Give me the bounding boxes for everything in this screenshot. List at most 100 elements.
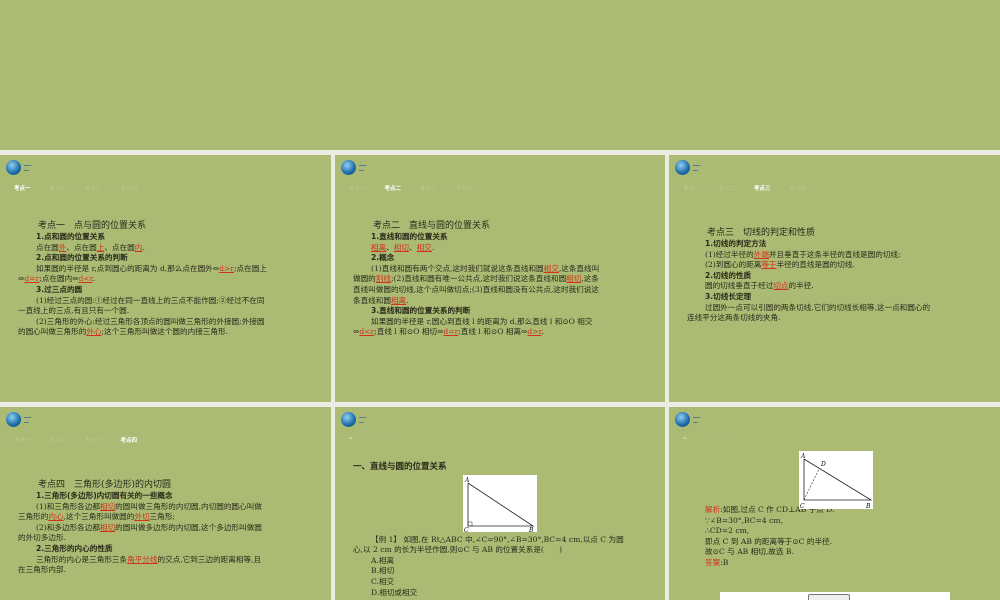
text-segment: 的圆叫做多边形的内切圆,这个多边形叫做圆: [115, 522, 262, 532]
text-line: 即点 C 到 AB 的距离等于⊙C 的半径.: [705, 537, 986, 548]
text-segment: 1.直线和圆的位置关系: [371, 232, 448, 241]
slide-partial-top[interactable]: [0, 0, 1000, 150]
answer-blank: d<r: [78, 274, 93, 284]
slide-content: 考点三 切线的判定和性质 1.切线的判定方法 (1)经过半径的外端并且垂直于这条半径…: [687, 227, 986, 324]
slide-thumbnail-1[interactable]: ━━━ ━━ 考点一 考点二 考点三 考点四 考点一 点与圆的位置关系 1.点和圆的位置关系点…: [0, 155, 331, 402]
globe-logo-icon: [341, 160, 356, 175]
brand-text: ━━━ ━━: [24, 414, 32, 425]
text-segment: 1.点和圆的位置关系: [36, 232, 105, 241]
text-segment: 圆的切线垂直于经过: [705, 281, 774, 291]
text-line: ∵∠B=30°,BC=4 cm,: [705, 516, 986, 527]
nav-tab[interactable]: 考点四: [790, 184, 807, 192]
logo: ━━━ ━━: [675, 412, 700, 427]
nav-tab[interactable]: 考点三: [420, 184, 437, 192]
slide-thumbnail-4[interactable]: ━━━ ━━ 考点一 考点二 考点三 考点四 考点四 三角形(多边形)的内切圆 1.三角形(多…: [0, 407, 331, 600]
nav-tab[interactable]: 考点三: [85, 184, 102, 192]
answer-blank: 相离: [390, 295, 407, 305]
text-segment: 在三角形内部.: [18, 565, 66, 575]
globe-logo-icon: [675, 412, 690, 427]
text-segment: .: [92, 274, 95, 284]
text-segment: 三角形;: [149, 512, 175, 522]
text-line: 考点一 点与圆的位置关系: [38, 220, 317, 232]
label-c: C: [464, 527, 469, 532]
nav-tab[interactable]: 考点三: [85, 436, 102, 444]
text-segment: (2)三角形的外心:经过三角形各顶点的圆叫做三角形的外接圆;外接圆: [36, 316, 265, 326]
text-line: 考点二 直线与圆的位置关系: [373, 220, 651, 232]
logo: ━━━ ━━: [6, 412, 31, 427]
text-segment: 考点四 三角形(多边形)的内切圆: [38, 480, 172, 490]
answer-blank: 外心: [86, 327, 102, 337]
text-line: 1.直线和圆的位置关系: [371, 232, 651, 243]
nav-tab[interactable]: 考点一: [683, 184, 700, 192]
text-line: (1)经过三点的圆:①经过在同一直线上的三点不能作圆;②经过不在同: [36, 296, 317, 307]
text-segment: 的圆叫做三角形的内切圆,内切圆的圆心叫做: [115, 501, 262, 511]
text-segment: 、: [408, 242, 417, 252]
text-line: 直线叫做圆的切线,这个点叫做切点;(3)直线和圆没有公共点,这时我们说这: [353, 285, 651, 296]
text-line: 过圆外一点可以引圆的两条切线,它们的切线长相等,这一点和圆心的: [705, 303, 986, 314]
text-line: (2)三角形的外心:经过三角形各顶点的圆叫做三角形的外接圆;外接圆: [36, 317, 317, 328]
text-segment: 3.直线和圆的位置关系的判断: [371, 306, 471, 316]
answer-blank: 角平分线: [127, 554, 158, 564]
text-segment: 并且垂直于这条半径的直线是圆的切线;: [768, 249, 901, 259]
text-line: 故⊙C 与 AB 相切,故选 B.: [705, 547, 986, 558]
text-segment: B.相切: [371, 566, 395, 576]
text-line: 考点三 切线的判定和性质: [707, 227, 986, 239]
text-line: 的外切多边形.: [18, 533, 317, 544]
answer-blank: d<r: [359, 327, 375, 337]
text-segment: C.相交: [371, 576, 395, 586]
text-line: C.相交: [371, 577, 651, 588]
text-segment: 心,以 2 cm 的长为半径作圆,则⊙C 与 AB 的位置关系是( ): [353, 545, 563, 555]
logo: ━━━ ━━: [341, 160, 366, 175]
text-line: (2)到圆心的距离等于半径的直线是圆的切线.: [705, 260, 986, 271]
answer-blank: d=r: [24, 274, 40, 284]
text-segment: 2.点和圆的位置关系的判断: [36, 253, 128, 263]
nav-tab[interactable]: 考点一: [14, 436, 31, 444]
text-line: B.相切: [371, 566, 651, 577]
nav-tab[interactable]: 考点二: [50, 436, 67, 444]
nav-tab[interactable]: 考点四: [456, 184, 473, 192]
nav-tab[interactable]: 考点二: [50, 184, 67, 192]
text-line: 如果圆的半径是 r,点到圆心的距离为 d,那么点在圆外⇔d>r;点在圆上: [36, 264, 317, 275]
text-segment: 点在圆: [36, 242, 59, 252]
text-segment: 【例 1】 如图,在 Rt△ABC 中,∠C=90°,∠B=30°,BC=4 c…: [371, 534, 624, 544]
nav-tab[interactable]: 考点一: [14, 184, 31, 192]
text-segment: 即点 C 到 AB 的距离等于⊙C 的半径.: [705, 536, 833, 546]
text-segment: 2.概念: [371, 253, 395, 263]
slide-nav: 考点一 考点二 考点三 考点四: [349, 184, 472, 192]
text-segment: .: [431, 242, 435, 252]
text-line: 做圆的割线;(2)直线和圆有唯一公共点,这时我们说这条直线和圆相切,这条: [353, 274, 651, 285]
globe-logo-icon: [6, 412, 21, 427]
text-segment: ,这条: [581, 274, 599, 284]
globe-logo-icon: [675, 160, 690, 175]
slide-nav: 考点一 考点二 考点三 考点四: [14, 436, 137, 444]
text-segment: 一直线上的三点,有且只有一个圆.: [18, 306, 130, 316]
text-line: 一直线上的三点,有且只有一个圆.: [18, 306, 317, 317]
nav-tab[interactable]: 考点二: [719, 184, 736, 192]
text-line: 3.直线和圆的位置关系的判断: [371, 306, 651, 317]
slide-thumbnail-6[interactable]: ━━━ ━━ ━ · · 解析:如图,过点 C 作 CD⊥AB 于点 D. ∵∠B=30°,…: [669, 407, 1000, 600]
text-line: 【例 1】 如图,在 Rt△ABC 中,∠C=90°,∠B=30°,BC=4 c…: [371, 535, 651, 546]
text-segment: ;这个三角形叫做这个圆的内接三角形.: [101, 327, 229, 337]
text-line: 连线平分这两条切线的夹角.: [687, 313, 986, 324]
text-line: (2)和多边形各边都相切的圆叫做多边形的内切圆,这个多边形叫做圆: [36, 523, 317, 534]
text-line: ∴CD=2 cm,: [705, 526, 986, 537]
nav-tab[interactable]: 考点四: [121, 184, 138, 192]
text-segment: 考点三 切线的判定和性质: [707, 228, 816, 238]
text-segment: 条直线和圆: [353, 295, 391, 305]
brand-text: ━━━ ━━: [359, 414, 367, 425]
text-segment: A.相离: [371, 555, 395, 565]
slide-thumbnail-5[interactable]: ━━━ ━━ ━ · · 一、直线与圆的位置关系 【例 1】 如图,在 Rt△ABC 中,∠…: [335, 407, 665, 600]
text-segment: 三角形的: [18, 512, 49, 522]
nav-tab[interactable]: 考点二: [385, 184, 402, 192]
slide-thumbnail-2[interactable]: ━━━ ━━ 考点一 考点二 考点三 考点四考点二 直线与圆的位置关系 1.直线和圆的位置关…: [335, 155, 665, 402]
text-line: 圆的切线垂直于经过切点的半径.: [705, 281, 986, 292]
nav-tab[interactable]: 考点三: [754, 184, 771, 192]
text-segment: (2)和多边形各边都: [36, 522, 100, 532]
globe-logo-icon: [6, 160, 21, 175]
answer-blank: 相交: [416, 242, 432, 252]
nav-tab[interactable]: 考点一: [349, 184, 366, 192]
slide-thumbnail-3[interactable]: ━━━ ━━ 考点一 考点二 考点三 考点四 考点三 切线的判定和性质 1.切线的判定方法 (1…: [669, 155, 1000, 402]
nav-tab[interactable]: 考点四: [121, 436, 138, 444]
text-segment: 、点在圆: [66, 242, 97, 252]
text-line: 3.过三点的圆: [36, 285, 317, 296]
